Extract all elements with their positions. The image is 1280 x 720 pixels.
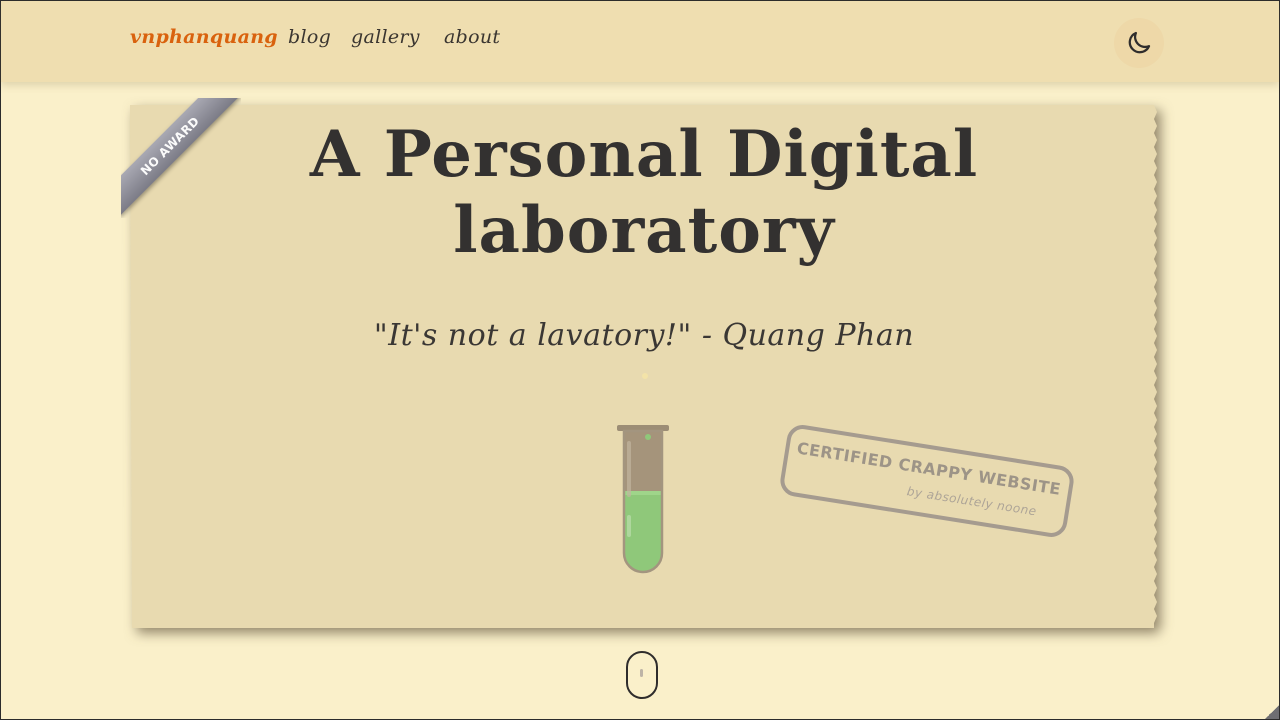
scroll-wheel: [640, 669, 643, 677]
hero-quote: "It's not a lavatory!" - Quang Phan: [373, 318, 915, 353]
navbar: vnphanquang blog gallery about: [1, 1, 1279, 82]
test-tube-icon: [617, 425, 669, 574]
nav-link-gallery[interactable]: gallery: [351, 26, 420, 48]
brand-link[interactable]: vnphanquang: [130, 26, 278, 48]
page-title: A Personal Digital laboratory: [130, 117, 1158, 269]
title-line-1: A Personal Digital: [309, 117, 979, 192]
mouse-scroll-icon[interactable]: [626, 651, 658, 699]
nav-link-about[interactable]: about: [444, 26, 500, 48]
sparkle-dot: [642, 373, 648, 379]
nav-link-blog[interactable]: blog: [288, 26, 331, 48]
title-line-2: laboratory: [453, 193, 835, 268]
theme-toggle-button[interactable]: [1114, 18, 1164, 68]
hero-card: NO AWARD A Personal Digital laboratory "…: [121, 98, 1158, 629]
corner-arrow-icon: [1265, 705, 1279, 719]
moon-icon: [1128, 31, 1151, 54]
